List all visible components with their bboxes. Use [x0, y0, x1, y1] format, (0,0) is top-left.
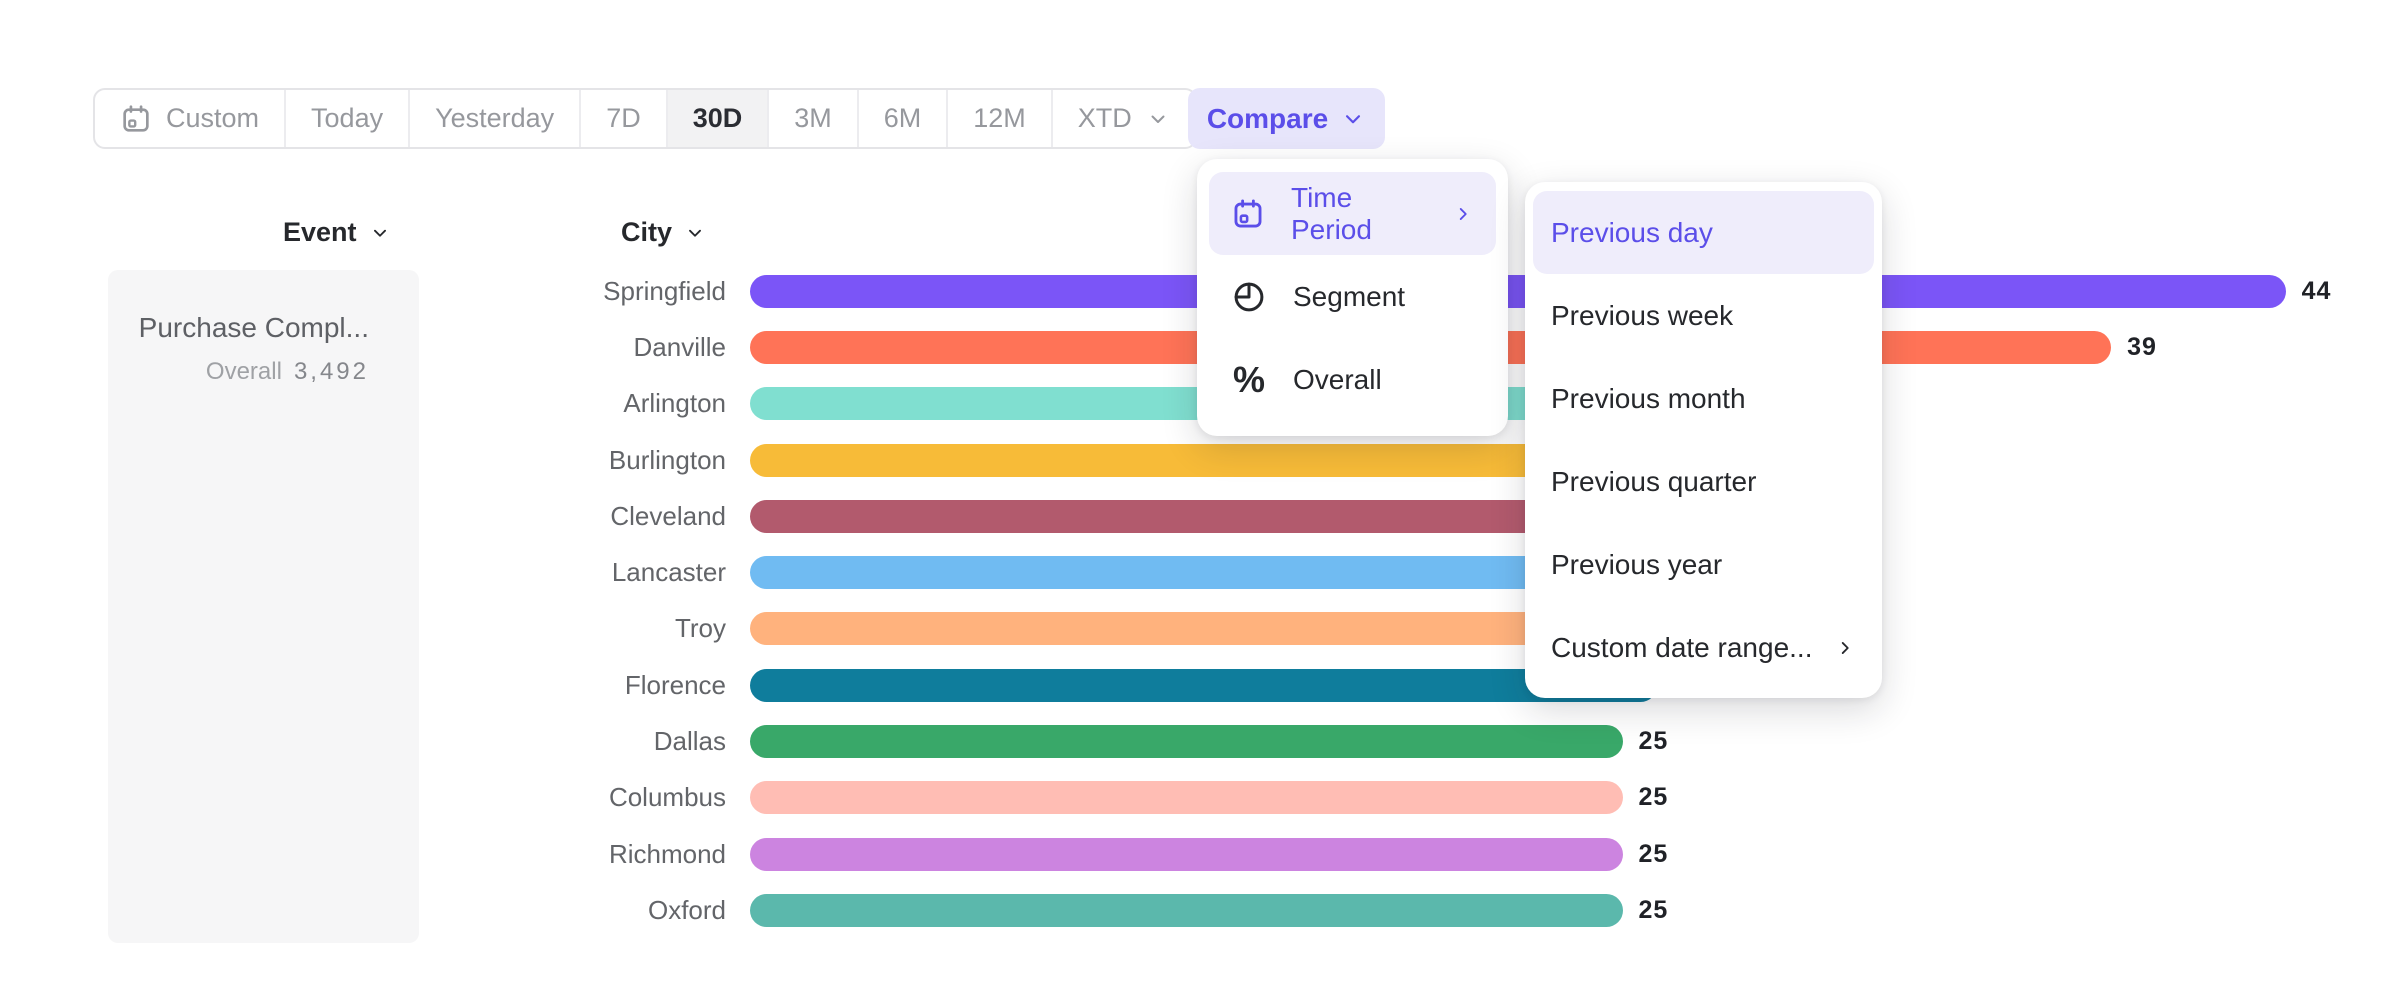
calendar-icon [120, 103, 152, 135]
range-button-label: 7D [606, 103, 641, 134]
menu-item-label: Time Period [1291, 182, 1400, 246]
range-button-label: Yesterday [435, 103, 554, 134]
bar-dallas[interactable] [750, 725, 1623, 758]
compare-menu-item-segment[interactable]: Segment [1209, 255, 1496, 338]
menu-item-label: Previous week [1551, 300, 1733, 332]
range-button-6m[interactable]: 6M [859, 90, 949, 147]
submenu-item-previous-quarter[interactable]: Previous quarter [1533, 440, 1874, 523]
range-button-label: Today [311, 103, 383, 134]
menu-item-label: Previous quarter [1551, 466, 1756, 498]
range-button-12m[interactable]: 12M [948, 90, 1053, 147]
bar-oxford[interactable] [750, 894, 1623, 927]
submenu-item-custom-date-range[interactable]: Custom date range... [1533, 606, 1874, 689]
compare-menu-item-time-period[interactable]: Time Period [1209, 172, 1496, 255]
range-button-30d[interactable]: 30D [668, 90, 770, 147]
city-column-header-label: City [621, 217, 672, 248]
city-tick-label: Florence [0, 670, 726, 701]
range-button-xtd[interactable]: XTD [1053, 90, 1195, 147]
bar-springfield[interactable] [750, 275, 2286, 308]
chevron-right-icon [1834, 637, 1856, 659]
range-button-today[interactable]: Today [286, 90, 410, 147]
chart-row-burlington: Burlington29 [0, 432, 2394, 488]
bar-columbus[interactable] [750, 781, 1623, 814]
range-button-label: Custom [166, 103, 259, 134]
city-tick-label: Columbus [0, 782, 726, 813]
calendar-icon [1231, 197, 1265, 231]
time-period-submenu: Previous day Previous week Previous month P… [1525, 182, 1882, 698]
chart-row-richmond: Richmond 25 [0, 826, 2394, 882]
compare-menu: Time Period Segment% Overall [1197, 159, 1508, 436]
analytics-report-view: Custom Today Yesterday 7D 30D 3M 6M 12M XTD Comp… [0, 0, 2394, 1004]
submenu-item-previous-month[interactable]: Previous month [1533, 357, 1874, 440]
city-tick-label: Arlington [0, 388, 726, 419]
submenu-item-previous-day[interactable]: Previous day [1533, 191, 1874, 274]
bar-value-label: 25 [1639, 840, 1669, 869]
bar-troy[interactable] [750, 612, 1657, 645]
city-tick-label: Troy [0, 613, 726, 644]
compare-button[interactable]: Compare [1188, 88, 1385, 149]
chevron-down-icon [369, 222, 391, 244]
city-tick-label: Springfield [0, 276, 726, 307]
menu-item-label: Previous day [1551, 217, 1713, 249]
range-button-label: 12M [973, 103, 1026, 134]
chart-row-oxford: Oxford 25 [0, 882, 2394, 938]
range-button-3m[interactable]: 3M [769, 90, 859, 147]
bar-value-label: 25 [1639, 727, 1669, 756]
percent-icon: % [1231, 359, 1267, 401]
event-column-header[interactable]: Event [283, 217, 391, 248]
range-button-yesterday[interactable]: Yesterday [410, 90, 581, 147]
chart-row-dallas: Dallas 25 [0, 713, 2394, 769]
city-tick-label: Danville [0, 332, 726, 363]
range-button-label: 3M [794, 103, 832, 134]
city-column-header[interactable]: City [621, 217, 706, 248]
chevron-down-icon [1146, 107, 1170, 131]
submenu-item-previous-year[interactable]: Previous year [1533, 523, 1874, 606]
segment-icon [1231, 279, 1267, 315]
chart-row-troy: Troy26 [0, 601, 2394, 657]
chart-row-columbus: Columbus 25 [0, 770, 2394, 826]
bar-value-label: 25 [1639, 896, 1669, 925]
chart-row-lancaster: Lancaster27 [0, 544, 2394, 600]
chart-row-florence: Florence26 [0, 657, 2394, 713]
bar-value-label: 44 [2302, 277, 2332, 306]
range-button-7d[interactable]: 7D [581, 90, 668, 147]
city-tick-label: Lancaster [0, 557, 726, 588]
city-tick-label: Oxford [0, 895, 726, 926]
date-range-group: Custom Today Yesterday 7D 30D 3M 6M 12M XTD [93, 88, 1197, 149]
menu-item-label: Previous year [1551, 549, 1722, 581]
compare-menu-item-overall[interactable]: % Overall [1209, 338, 1496, 421]
chart-row-cleveland: Cleveland28 [0, 488, 2394, 544]
bar-value-label: 39 [2127, 333, 2157, 362]
event-column-header-label: Event [283, 217, 357, 248]
menu-item-label: Previous month [1551, 383, 1746, 415]
menu-item-label: Segment [1293, 281, 1405, 313]
range-button-label: 6M [884, 103, 922, 134]
city-tick-label: Burlington [0, 445, 726, 476]
menu-item-label: Custom date range... [1551, 632, 1812, 664]
chevron-right-icon [1452, 203, 1474, 225]
submenu-item-previous-week[interactable]: Previous week [1533, 274, 1874, 357]
range-button-custom[interactable]: Custom [95, 90, 286, 147]
city-tick-label: Richmond [0, 839, 726, 870]
bar-richmond[interactable] [750, 838, 1623, 871]
bar-florence[interactable] [750, 669, 1657, 702]
range-button-label: XTD [1078, 103, 1132, 134]
chevron-down-icon [684, 222, 706, 244]
city-tick-label: Cleveland [0, 501, 726, 532]
range-button-label: 30D [693, 103, 743, 134]
compare-button-label: Compare [1207, 103, 1328, 135]
menu-item-label: Overall [1293, 364, 1382, 396]
city-tick-label: Dallas [0, 726, 726, 757]
chevron-down-icon [1340, 106, 1366, 132]
bar-value-label: 25 [1639, 783, 1669, 812]
